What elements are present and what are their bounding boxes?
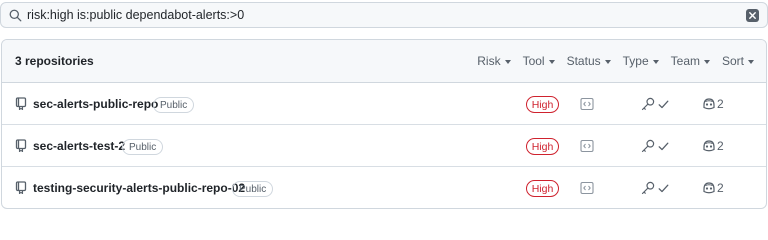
code-scanning-icon[interactable] xyxy=(580,181,594,195)
copilot-team-icon xyxy=(702,181,716,195)
team-count: 2 xyxy=(717,181,724,195)
repo-name-link[interactable]: testing-security-alerts-public-repo-02 xyxy=(33,181,245,195)
repo-name-link[interactable]: sec-alerts-test-2 xyxy=(33,139,125,153)
filter-risk[interactable]: Risk xyxy=(477,54,511,68)
filter-team[interactable]: Team xyxy=(671,54,710,68)
check-icon[interactable] xyxy=(658,141,669,152)
filter-label: Risk xyxy=(477,54,501,68)
visibility-badge: Public xyxy=(153,97,195,113)
copilot-team-icon xyxy=(702,139,716,153)
filter-type[interactable]: Type xyxy=(623,54,659,68)
team-count: 2 xyxy=(717,97,724,111)
caret-down-icon xyxy=(604,59,611,64)
repo-icon xyxy=(15,139,27,153)
filter-tool[interactable]: Tool xyxy=(523,54,555,68)
risk-badge: High xyxy=(526,138,559,155)
caret-down-icon xyxy=(748,59,754,64)
visibility-badge: Public xyxy=(122,139,164,155)
filter-label: Type xyxy=(622,54,649,68)
filter-bar: Risk Tool Status Type Team Sort xyxy=(477,54,754,68)
filter-sort[interactable]: Sort xyxy=(722,54,754,68)
caret-down-icon xyxy=(504,59,511,64)
search-bar[interactable]: risk:high is:public dependabot-alerts:>0 xyxy=(0,2,768,28)
list-header: 3 repositories Risk Tool Status Type Tea… xyxy=(2,40,766,83)
filter-label: Status xyxy=(566,54,601,68)
check-icon[interactable] xyxy=(658,99,669,110)
repo-icon xyxy=(15,181,27,195)
repository-count: 3 repositories xyxy=(15,54,94,68)
check-icon[interactable] xyxy=(658,183,669,194)
key-icon[interactable] xyxy=(641,97,655,111)
key-icon[interactable] xyxy=(641,181,655,195)
repo-icon xyxy=(15,97,27,111)
table-row: sec-alerts-test-2 Public High 2 xyxy=(2,125,766,167)
risk-badge: High xyxy=(526,96,559,113)
search-icon xyxy=(8,8,22,22)
close-icon[interactable] xyxy=(746,8,759,22)
filter-label: Tool xyxy=(522,54,545,68)
repo-name-link[interactable]: sec-alerts-public-repo xyxy=(33,97,158,111)
code-scanning-icon[interactable] xyxy=(580,139,594,153)
filter-label: Team xyxy=(670,54,700,68)
search-input[interactable]: risk:high is:public dependabot-alerts:>0 xyxy=(27,8,746,22)
table-row: testing-security-alerts-public-repo-02 P… xyxy=(2,167,766,208)
repositories-list: 3 repositories Risk Tool Status Type Tea… xyxy=(1,39,767,209)
table-row: sec-alerts-public-repo Public High 2 xyxy=(2,83,766,125)
risk-badge: High xyxy=(526,180,559,197)
caret-down-icon xyxy=(703,59,710,64)
code-scanning-icon[interactable] xyxy=(580,97,594,111)
caret-down-icon xyxy=(548,59,555,64)
visibility-badge: Public xyxy=(232,181,274,197)
filter-label: Sort xyxy=(721,54,744,68)
filter-status[interactable]: Status xyxy=(567,54,611,68)
copilot-team-icon xyxy=(702,97,716,111)
key-icon[interactable] xyxy=(641,139,655,153)
caret-down-icon xyxy=(652,59,659,64)
team-count: 2 xyxy=(717,139,724,153)
